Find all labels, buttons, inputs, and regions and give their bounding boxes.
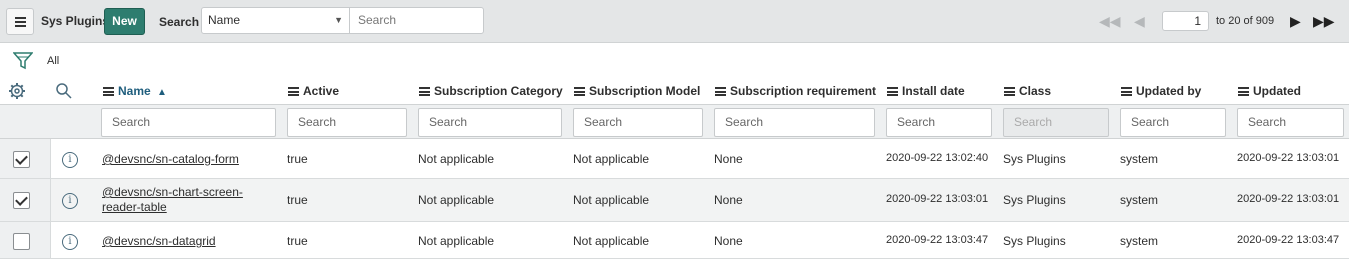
column-label: Class	[1019, 84, 1052, 98]
column-label: Updated	[1253, 84, 1301, 98]
column-menu-icon[interactable]	[574, 87, 585, 96]
info-icon[interactable]: i	[62, 234, 78, 250]
cell-install-date: 2020-09-22 13:03:47	[886, 234, 989, 246]
cell-updated-by: system	[1120, 152, 1159, 166]
table-row: i @devsnc/sn-datagrid true Not applicabl…	[0, 222, 1349, 259]
info-icon[interactable]: i	[62, 152, 78, 168]
search-field-value: Name	[208, 13, 241, 27]
column-header-updated-by[interactable]: Updated by	[1121, 84, 1201, 98]
list-search-input[interactable]: Search	[349, 7, 484, 34]
search-field-select[interactable]: Name ▼	[201, 7, 350, 34]
column-header-subscription-category[interactable]: Subscription Category	[419, 84, 563, 98]
search-install-date-input[interactable]: Search	[886, 108, 992, 137]
column-header-name[interactable]: Name ▲	[103, 84, 167, 98]
cell-updated-by: system	[1120, 193, 1159, 207]
row-checkbox[interactable]	[13, 233, 30, 250]
row-checkbox[interactable]	[13, 151, 30, 168]
search-name-input[interactable]: Search	[101, 108, 276, 137]
column-header-class[interactable]: Class	[1004, 84, 1051, 98]
magnifier-icon[interactable]	[55, 82, 73, 100]
search-active-input[interactable]: Search	[287, 108, 407, 137]
column-menu-icon[interactable]	[1121, 87, 1132, 96]
column-label: Subscription Model	[589, 84, 701, 98]
cell-updated: 2020-09-22 13:03:47	[1237, 234, 1340, 246]
page-number-input[interactable]: 1	[1162, 11, 1209, 31]
search-class-input: Search	[1003, 108, 1109, 137]
hamburger-icon	[15, 17, 26, 19]
column-header-install-date[interactable]: Install date	[887, 84, 965, 98]
breadcrumb-all[interactable]: All	[47, 55, 59, 67]
column-label: Updated by	[1136, 84, 1202, 98]
cell-subscription-category: Not applicable	[418, 234, 495, 248]
table-row: i @devsnc/sn-chart-screen-reader-table t…	[0, 179, 1349, 222]
cell-subscription-model: Not applicable	[573, 152, 650, 166]
cell-class: Sys Plugins	[1003, 234, 1066, 248]
cell-subscription-model: Not applicable	[573, 234, 650, 248]
cell-subscription-category: Not applicable	[418, 193, 495, 207]
gear-icon[interactable]	[8, 82, 26, 100]
search-label: Search	[159, 15, 200, 29]
last-page-icon[interactable]: ▶▶	[1313, 13, 1335, 30]
column-menu-icon[interactable]	[887, 87, 898, 96]
search-subscription-category-input[interactable]: Search	[418, 108, 562, 137]
column-header-subscription-requirement[interactable]: Subscription requirement	[715, 84, 876, 98]
column-menu-icon[interactable]	[1004, 87, 1015, 96]
list-title: Sys Plugins	[41, 14, 110, 28]
cell-active: true	[287, 152, 308, 166]
new-button[interactable]: New	[104, 8, 145, 35]
cell-subscription-requirement: None	[714, 193, 743, 207]
cell-subscription-category: Not applicable	[418, 152, 495, 166]
search-subscription-model-input[interactable]: Search	[573, 108, 703, 137]
cell-updated-by: system	[1120, 234, 1159, 248]
info-icon[interactable]: i	[62, 193, 78, 209]
column-menu-icon[interactable]	[103, 87, 114, 96]
row-checkbox[interactable]	[13, 192, 30, 209]
cell-class: Sys Plugins	[1003, 193, 1066, 207]
cell-subscription-requirement: None	[714, 152, 743, 166]
hamburger-icon-line	[15, 21, 26, 23]
column-header-active[interactable]: Active	[288, 84, 339, 98]
column-label: Subscription Category	[434, 84, 563, 98]
column-menu-icon[interactable]	[715, 87, 726, 96]
cell-subscription-requirement: None	[714, 234, 743, 248]
record-name-link[interactable]: @devsnc/sn-chart-screen-reader-table	[102, 185, 277, 215]
chevron-down-icon: ▼	[334, 15, 343, 25]
column-label: Install date	[902, 84, 965, 98]
cell-updated: 2020-09-22 13:03:01	[1237, 193, 1340, 205]
column-label: Name	[118, 84, 151, 98]
cell-active: true	[287, 234, 308, 248]
cell-class: Sys Plugins	[1003, 152, 1066, 166]
cell-install-date: 2020-09-22 13:02:40	[886, 152, 989, 164]
column-label: Subscription requirement	[730, 84, 877, 98]
column-header-subscription-model[interactable]: Subscription Model	[574, 84, 700, 98]
search-updated-input[interactable]: Search	[1237, 108, 1344, 137]
column-label: Active	[303, 84, 340, 98]
list-menu-button[interactable]	[6, 8, 34, 35]
cell-install-date: 2020-09-22 13:03:01	[886, 193, 989, 205]
cell-updated: 2020-09-22 13:03:01	[1237, 152, 1340, 164]
list-header-bar: Sys Plugins New Search Name ▼ Search ◀◀ …	[0, 0, 1349, 43]
record-name-link[interactable]: @devsnc/sn-datagrid	[102, 234, 282, 249]
funnel-icon[interactable]	[13, 52, 33, 70]
column-menu-icon[interactable]	[288, 87, 299, 96]
column-header-updated[interactable]: Updated	[1238, 84, 1301, 98]
column-menu-icon[interactable]	[1238, 87, 1249, 96]
previous-page-icon[interactable]: ◀	[1134, 13, 1145, 30]
record-name-link[interactable]: @devsnc/sn-catalog-form	[102, 152, 282, 167]
page-range-text: to 20 of 909	[1216, 15, 1275, 27]
next-page-icon[interactable]: ▶	[1290, 13, 1301, 30]
first-page-icon[interactable]: ◀◀	[1099, 13, 1121, 30]
column-menu-icon[interactable]	[419, 87, 430, 96]
sort-ascending-icon: ▲	[157, 87, 167, 98]
search-subscription-requirement-input[interactable]: Search	[714, 108, 875, 137]
table-row: i @devsnc/sn-catalog-form true Not appli…	[0, 139, 1349, 179]
cell-subscription-model: Not applicable	[573, 193, 650, 207]
hamburger-icon-line	[15, 25, 26, 27]
cell-active: true	[287, 193, 308, 207]
search-updated-by-input[interactable]: Search	[1120, 108, 1226, 137]
